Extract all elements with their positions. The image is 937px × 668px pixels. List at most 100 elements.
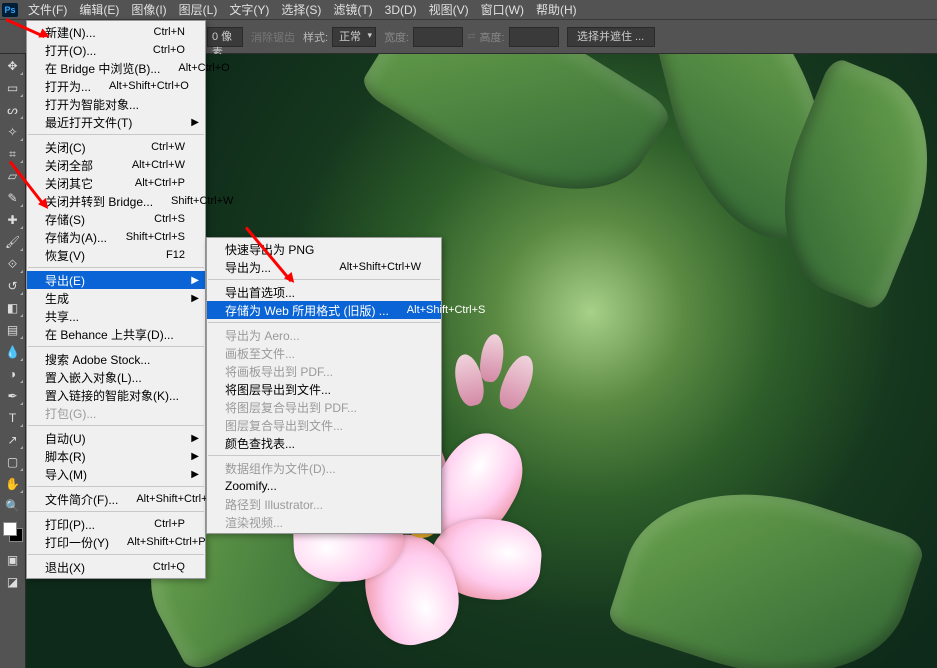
menu-item[interactable]: 退出(X)Ctrl+Q xyxy=(27,558,205,576)
menu-item-label: 将图层导出到文件... xyxy=(225,381,331,398)
fg-color-swatch[interactable] xyxy=(3,522,17,536)
menu-separator xyxy=(28,425,204,426)
menu-item[interactable]: 在 Bridge 中浏览(B)...Alt+Ctrl+O xyxy=(27,59,205,77)
color-swatches[interactable] xyxy=(3,522,23,542)
menu-item: 路径到 Illustrator... xyxy=(207,495,441,513)
menu-item[interactable]: 存储为(A)...Shift+Ctrl+S xyxy=(27,228,205,246)
menu-item[interactable]: 共享... xyxy=(27,307,205,325)
menu-item-label: 打开(O)... xyxy=(45,42,96,59)
menu-item[interactable]: 将图层导出到文件... xyxy=(207,380,441,398)
menu-3d[interactable]: 3D(D) xyxy=(379,1,423,19)
menu-item[interactable]: 存储(S)Ctrl+S xyxy=(27,210,205,228)
menu-item[interactable]: 置入嵌入对象(L)... xyxy=(27,368,205,386)
menu-item[interactable]: 关闭其它Alt+Ctrl+P xyxy=(27,174,205,192)
tool-history[interactable]: ↺ xyxy=(2,276,24,296)
menu-item[interactable]: 生成▶ xyxy=(27,289,205,307)
menu-item-label: 退出(X) xyxy=(45,559,85,576)
swap-icon[interactable]: ⇄ xyxy=(467,31,475,42)
menu-item[interactable]: 打开为...Alt+Shift+Ctrl+O xyxy=(27,77,205,95)
menu-edit[interactable]: 编辑(E) xyxy=(73,0,125,20)
menu-item-label: 导入(M) xyxy=(45,466,87,483)
menu-item[interactable]: 置入链接的智能对象(K)... xyxy=(27,386,205,404)
select-mask-button[interactable]: 选择并遮住 ... xyxy=(567,27,655,47)
tool-stamp[interactable]: ⟐ xyxy=(2,254,24,274)
tool-eyedropper[interactable]: ✎ xyxy=(2,188,24,208)
menu-item-label: 将图层复合导出到 PDF... xyxy=(225,399,357,416)
export-submenu: 快速导出为 PNG导出为...Alt+Shift+Ctrl+W 导出首选项...存… xyxy=(206,237,442,534)
menu-item-label: 颜色查找表... xyxy=(225,435,295,452)
menu-image[interactable]: 图像(I) xyxy=(125,0,172,20)
menu-item[interactable]: 打印一份(Y)Alt+Shift+Ctrl+P xyxy=(27,533,205,551)
menu-item[interactable]: 导出(E)▶ xyxy=(27,271,205,289)
menu-item[interactable]: 导入(M)▶ xyxy=(27,465,205,483)
tool-brush[interactable]: 🖌 xyxy=(2,232,24,252)
tool-wand[interactable]: ✧ xyxy=(2,122,24,142)
tool-pen[interactable]: ✒ xyxy=(2,386,24,406)
menu-separator xyxy=(28,346,204,347)
menu-window[interactable]: 窗口(W) xyxy=(475,0,530,20)
menu-item[interactable]: 打印(P)...Ctrl+P xyxy=(27,515,205,533)
menu-item[interactable]: 文件简介(F)...Alt+Shift+Ctrl+I xyxy=(27,490,205,508)
menu-filter[interactable]: 滤镜(T) xyxy=(327,0,378,20)
menu-view[interactable]: 视图(V) xyxy=(423,0,475,20)
menu-item[interactable]: 新建(N)...Ctrl+N xyxy=(27,23,205,41)
tool-move[interactable]: ✥ xyxy=(2,56,24,76)
menu-help[interactable]: 帮助(H) xyxy=(530,0,583,20)
menu-item-label: 打开为智能对象... xyxy=(45,96,139,113)
tool-hand[interactable]: ✋ xyxy=(2,474,24,494)
menu-item[interactable]: 关闭(C)Ctrl+W xyxy=(27,138,205,156)
menu-shortcut: Ctrl+N xyxy=(136,26,185,38)
menu-item[interactable]: 关闭全部 Alt+Ctrl+W xyxy=(27,156,205,174)
menu-item[interactable]: 脚本(R)▶ xyxy=(27,447,205,465)
menu-shortcut: Alt+Shift+Ctrl+P xyxy=(109,536,206,548)
menu-item[interactable]: 最近打开文件(T)▶ xyxy=(27,113,205,131)
menu-layer[interactable]: 图层(L) xyxy=(173,0,224,20)
tool-blur[interactable]: 💧 xyxy=(2,342,24,362)
menu-file[interactable]: 文件(F) xyxy=(22,0,73,20)
menu-item-label: 存储为(A)... xyxy=(45,229,107,246)
menu-item-label: 关闭全部 xyxy=(45,157,93,174)
menu-item[interactable]: 自动(U)▶ xyxy=(27,429,205,447)
quick-mask[interactable]: ◪ xyxy=(2,572,24,592)
height-input[interactable] xyxy=(509,27,559,47)
menu-item-label: 导出(E) xyxy=(45,272,85,289)
tool-eraser[interactable]: ◧ xyxy=(2,298,24,318)
menu-item[interactable]: 快速导出为 PNG xyxy=(207,240,441,258)
tool-heal[interactable]: ✚ xyxy=(2,210,24,230)
menu-select[interactable]: 选择(S) xyxy=(275,0,327,20)
menu-item[interactable]: 搜索 Adobe Stock... xyxy=(27,350,205,368)
menu-item-label: 生成 xyxy=(45,290,69,307)
width-input[interactable] xyxy=(413,27,463,47)
menu-item[interactable]: 在 Behance 上共享(D)... xyxy=(27,325,205,343)
menu-shortcut: Alt+Ctrl+W xyxy=(114,159,185,171)
tool-dodge[interactable]: ◑ xyxy=(2,364,24,384)
menu-item-label: 共享... xyxy=(45,308,79,325)
style-select[interactable]: 正常 xyxy=(332,27,376,47)
menu-item-label: 自动(U) xyxy=(45,430,86,447)
menu-item-label: 文件简介(F)... xyxy=(45,491,118,508)
menu-item[interactable]: 打开(O)...Ctrl+O xyxy=(27,41,205,59)
menu-separator xyxy=(208,279,440,280)
menu-shortcut: Shift+Ctrl+S xyxy=(108,231,185,243)
menu-item[interactable]: 关闭并转到 Bridge...Shift+Ctrl+W xyxy=(27,192,205,210)
tool-gradient[interactable]: ▤ xyxy=(2,320,24,340)
menu-item[interactable]: 打开为智能对象... xyxy=(27,95,205,113)
tool-shape[interactable]: ▢ xyxy=(2,452,24,472)
menu-item[interactable]: Zoomify... xyxy=(207,477,441,495)
menu-item[interactable]: 颜色查找表... xyxy=(207,434,441,452)
tool-lasso[interactable]: ᔕ xyxy=(2,100,24,120)
menu-item-label: 画板至文件... xyxy=(225,345,295,362)
tool-zoom[interactable]: 🔍 xyxy=(2,496,24,516)
screen-mode[interactable]: ▣ xyxy=(2,550,24,570)
tool-type[interactable]: T xyxy=(2,408,24,428)
feather-input[interactable]: 0 像素 xyxy=(207,27,243,47)
menu-item[interactable]: 导出为...Alt+Shift+Ctrl+W xyxy=(207,258,441,276)
menu-item[interactable]: 导出首选项... xyxy=(207,283,441,301)
menu-item[interactable]: 存储为 Web 所用格式 (旧版) ...Alt+Shift+Ctrl+S xyxy=(207,301,441,319)
tool-crop[interactable]: ⌗ xyxy=(2,144,24,164)
tool-marquee[interactable]: ▭ xyxy=(2,78,24,98)
menu-item-label: Zoomify... xyxy=(225,479,277,493)
menu-item[interactable]: 恢复(V)F12 xyxy=(27,246,205,264)
menu-type[interactable]: 文字(Y) xyxy=(223,0,275,20)
tool-path[interactable]: ↗ xyxy=(2,430,24,450)
